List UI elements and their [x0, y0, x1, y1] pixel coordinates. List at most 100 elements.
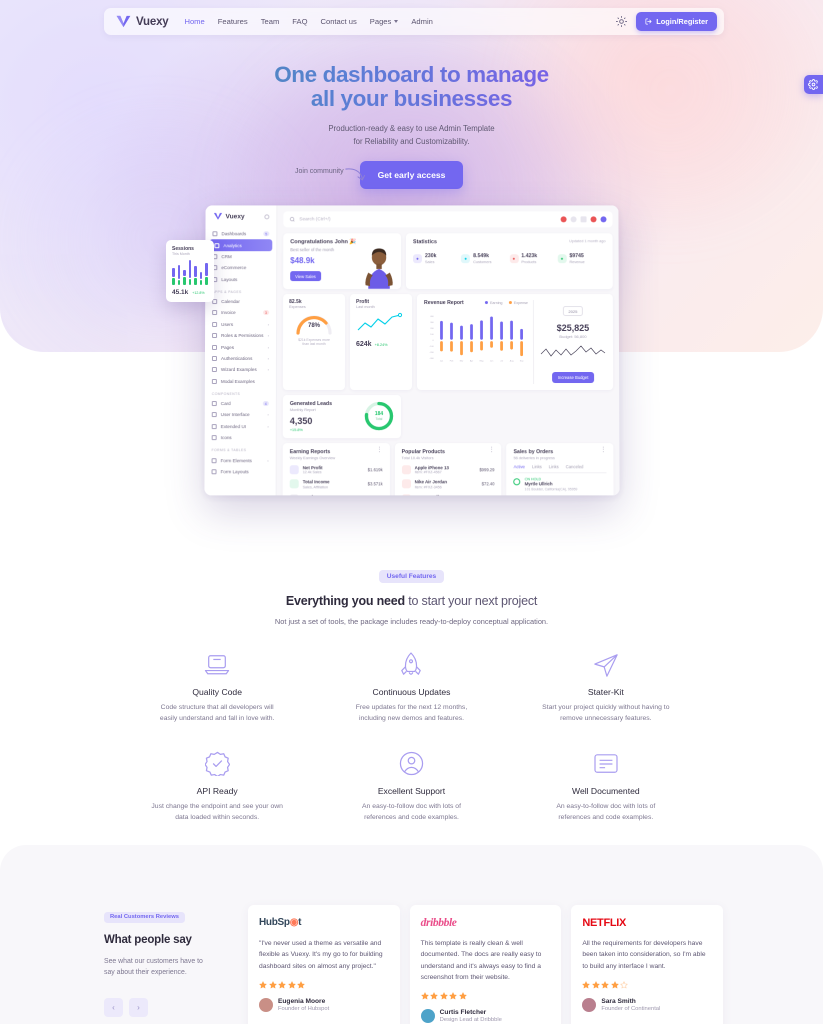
- grid-icon[interactable]: [580, 216, 587, 223]
- view-sales-button[interactable]: View Sales: [290, 271, 321, 282]
- netflix-logo: NETFLIX: [582, 916, 627, 929]
- sidebar-item-icon: [214, 242, 220, 248]
- brand-name: Vuexy: [136, 15, 169, 28]
- sidebar-item-crm[interactable]: CRM: [205, 251, 276, 262]
- next-testimonial-button[interactable]: ›: [129, 998, 148, 1018]
- sidebar-item-label: User Interface: [220, 412, 250, 418]
- settings-fab-button[interactable]: [804, 75, 823, 94]
- testimonials-subtitle: See what our customers have to say about…: [104, 956, 234, 978]
- sidebar-item-wizard-examples[interactable]: Wizard Examples ›: [205, 364, 276, 375]
- sidebar-item-modal-examples[interactable]: Modal Examples: [205, 376, 276, 387]
- avatar[interactable]: [600, 216, 607, 223]
- dashboard-search-bar[interactable]: Search (Ctrl+/): [283, 211, 613, 228]
- earning-rows: Net Profit 12.4k Sales $1.619k Total Income…: [289, 465, 383, 496]
- sidebar-item-form-layouts[interactable]: Form Layouts: [204, 466, 275, 477]
- kebab-menu-icon[interactable]: ⋮: [488, 447, 494, 453]
- orders-tab[interactable]: Links: [532, 464, 542, 469]
- orders-tab[interactable]: Active: [514, 464, 525, 469]
- increase-budget-button[interactable]: Increase Budget: [551, 372, 595, 384]
- hero-title-line1: One dashboard to manage: [274, 62, 549, 87]
- testimonial-author-name: Eugenia Moore: [278, 997, 326, 1005]
- sidebar-item-authentications[interactable]: Authentications ›: [205, 353, 276, 364]
- testimonial-author-text: Eugenia Moore Founder of Hubspot: [278, 998, 329, 1012]
- orders-tab[interactable]: Canceled: [566, 464, 584, 469]
- chevron-right-icon: ›: [267, 321, 270, 327]
- sidebar-item-label: Roles & Permissions: [221, 333, 264, 339]
- sidebar-item-users[interactable]: Users ›: [205, 319, 276, 330]
- sidebar-item-badge: 4: [262, 401, 269, 407]
- stat-icon: ●: [509, 253, 519, 263]
- dashboard-topbar-icons: [560, 216, 607, 223]
- nav-link-faq[interactable]: FAQ: [292, 17, 307, 26]
- sidebar-item-ecommerce[interactable]: eCommerce: [205, 262, 276, 273]
- sessions-footer: 45.1k +12.8%: [172, 289, 208, 296]
- sidebar-item-icon: [212, 310, 218, 316]
- sidebar-item-dashboards[interactable]: Dashboards 5: [205, 228, 276, 239]
- sidebar-collapse-toggle[interactable]: [264, 213, 270, 219]
- sidebar-item-label: Analytics: [223, 242, 242, 248]
- sidebar-item-roles-permissions[interactable]: Roles & Permissions ›: [205, 330, 276, 341]
- nav-link-team[interactable]: Team: [261, 17, 280, 26]
- earning-row-text: Total ExpensesADVT, Marketing: [303, 494, 335, 496]
- year-select[interactable]: 2025: [562, 306, 584, 317]
- star-icon: [421, 992, 429, 1000]
- expenses-note-line1: $21k Expenses more: [298, 337, 330, 342]
- leads-subtitle: Monthly Report: [289, 408, 316, 413]
- avatar: [259, 997, 273, 1012]
- sessions-subtitle: This Month: [172, 252, 190, 256]
- svg-text:May: May: [480, 360, 485, 362]
- sidebar-item-invoice[interactable]: Invoice 3: [205, 307, 276, 318]
- sidebar-item-icons[interactable]: Icons: [205, 432, 276, 443]
- search-icon: [290, 217, 296, 223]
- nav-link-pages[interactable]: Pages: [370, 17, 399, 26]
- nav-link-home[interactable]: Home: [184, 17, 204, 26]
- sidebar-item-calendar[interactable]: Calendar: [205, 296, 276, 307]
- svg-text:Feb: Feb: [450, 360, 454, 362]
- sidebar-item-card[interactable]: Card 4: [205, 398, 276, 409]
- language-icon[interactable]: [560, 216, 567, 223]
- nav-link-admin[interactable]: Admin: [411, 17, 433, 26]
- join-community[interactable]: Join community: [295, 168, 371, 186]
- profit-subtitle: Last month: [356, 304, 375, 309]
- product-price: $72.40: [481, 481, 495, 487]
- stat-label: Customers: [473, 259, 492, 264]
- testimonial-author-name: Curtis Fletcher: [439, 1009, 487, 1016]
- session-bar: [183, 269, 186, 285]
- sales-by-orders-card: Sales by Orders 56 deliveries in progres…: [506, 442, 614, 496]
- sun-icon[interactable]: [616, 16, 628, 27]
- get-early-access-button[interactable]: Get early access: [359, 161, 464, 190]
- stat-text: 1.423k Products: [521, 253, 537, 263]
- prev-testimonial-button[interactable]: ‹: [104, 998, 123, 1018]
- brand[interactable]: Vuexy: [116, 15, 169, 28]
- generated-leads-card: Generated Leads Monthly Report 4,350 +15…: [282, 395, 401, 438]
- sidebar-item-analytics[interactable]: Analytics: [209, 239, 273, 251]
- stat-item: ● 1.423k Products: [509, 253, 557, 264]
- laptop-icon: [120, 652, 314, 678]
- kebab-menu-icon[interactable]: ⋮: [377, 447, 383, 453]
- earning-title: Earning Reports: [289, 448, 331, 455]
- orders-tab[interactable]: Links: [549, 464, 559, 469]
- testimonial-author: Curtis Fletcher Design Lead at Dribbble: [420, 1009, 551, 1023]
- nav-link-pages-label: Pages: [369, 17, 392, 26]
- budget-sparkline: [540, 345, 606, 357]
- sidebar-item-user-interface[interactable]: User Interface ›: [205, 409, 276, 420]
- login-register-button[interactable]: Login/Register: [636, 12, 717, 31]
- notification-icon[interactable]: [590, 216, 597, 223]
- testimonial-rating: [421, 992, 551, 1000]
- badge-check-icon: [120, 751, 314, 777]
- star-icon: [268, 981, 277, 989]
- sidebar-item-layouts[interactable]: Layouts: [205, 274, 276, 285]
- sessions-bar-chart: [171, 259, 209, 285]
- earning-row-sub: 12.4k Sales: [302, 470, 322, 475]
- nav-link-features[interactable]: Features: [218, 17, 248, 26]
- sidebar-item-pages[interactable]: Pages ›: [205, 341, 276, 352]
- kebab-menu-icon[interactable]: ⋮: [600, 447, 606, 453]
- stat-icon: ●: [412, 253, 422, 263]
- history-icon[interactable]: [570, 216, 577, 223]
- session-bar-bottom: [205, 277, 209, 285]
- feature-card: Quality Code Code structure that all deve…: [120, 652, 314, 725]
- nav-link-contact-us[interactable]: Contact us: [320, 17, 356, 26]
- sidebar-item-extended-ui[interactable]: Extended UI ›: [205, 421, 276, 432]
- sidebar-item-form-elements[interactable]: Form Elements ›: [205, 455, 276, 466]
- order-status-icon: [513, 477, 521, 485]
